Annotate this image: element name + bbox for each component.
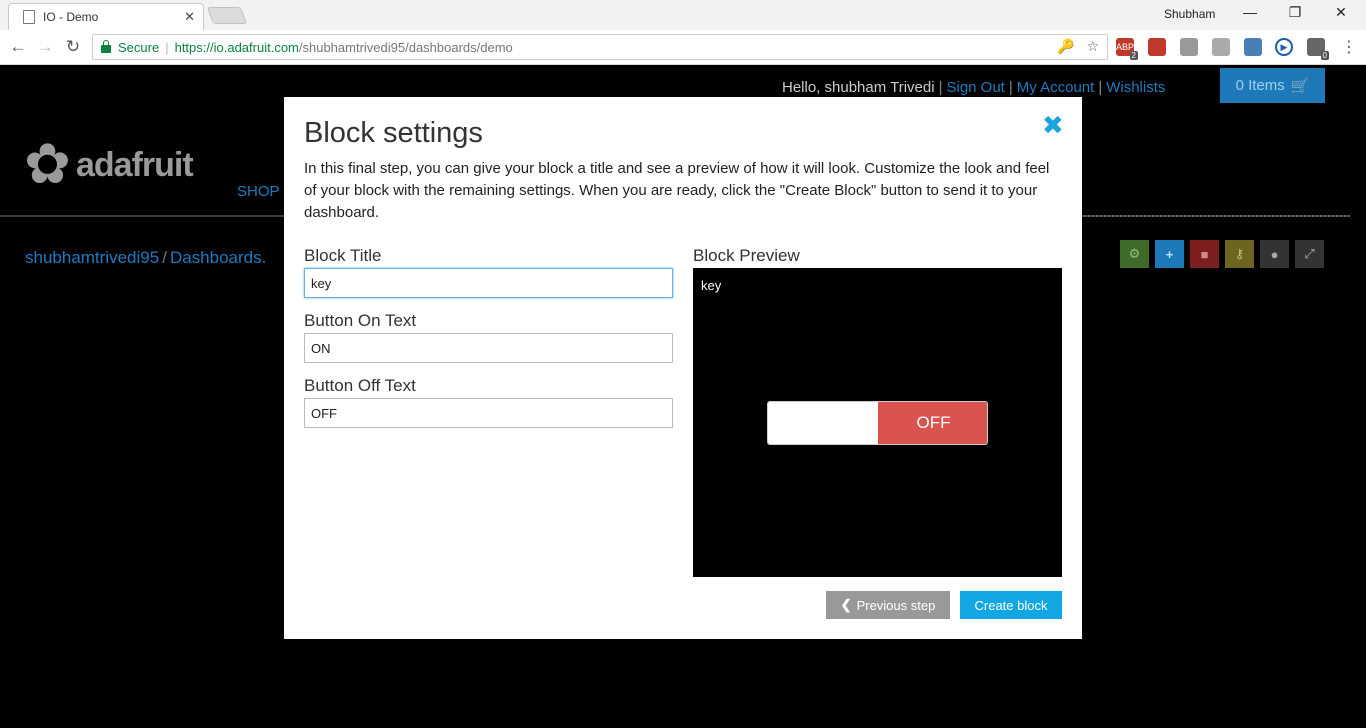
settings-gear-icon[interactable]: ⚙: [1120, 240, 1149, 268]
nav-divider: |: [1008, 79, 1013, 96]
adafruit-logo[interactable]: ✿ adafruit: [24, 132, 194, 195]
logo-text: adafruit: [76, 145, 194, 184]
minimize-icon[interactable]: —: [1240, 4, 1260, 20]
play-extension-icon[interactable]: ▶: [1275, 38, 1293, 56]
tab-close-icon[interactable]: ✕: [184, 9, 195, 25]
lock-icon[interactable]: ●: [1260, 240, 1289, 268]
modal-intro: In this final step, you can give your bl…: [304, 160, 1050, 221]
nav-divider: |: [1098, 79, 1103, 96]
previous-step-label: Previous step: [856, 597, 936, 613]
url-path: /shubhamtrivedi95/dashboards/demo: [298, 39, 513, 55]
preview-block-title: key: [701, 278, 722, 293]
menu-dots-icon[interactable]: ⋮: [1338, 37, 1360, 57]
breadcrumb-user[interactable]: shubhamtrivedi95: [25, 248, 159, 267]
address-separator: |: [165, 39, 169, 55]
shop-link[interactable]: SHOP: [237, 183, 280, 200]
header-dotted-divider: [1080, 215, 1350, 217]
chevron-left-icon: ❮: [840, 597, 852, 612]
back-icon[interactable]: ←: [7, 37, 29, 57]
adblock-extension-icon[interactable]: ABP 2: [1116, 38, 1138, 60]
cart-icon: 🛒: [1290, 77, 1310, 95]
add-block-icon[interactable]: +: [1155, 240, 1184, 268]
nav-divider: |: [938, 79, 943, 96]
sign-out-link[interactable]: Sign Out: [946, 79, 1004, 96]
wishlists-link[interactable]: Wishlists: [1106, 79, 1165, 96]
create-block-button[interactable]: Create block: [960, 591, 1062, 619]
cart-label: 0 Items: [1235, 77, 1285, 94]
misc-extension-badge: 0: [1320, 51, 1329, 60]
block-preview-label: Block Preview: [693, 246, 800, 265]
browser-tabstrip: IO - Demo ✕ Shubham — ❐ ✕: [0, 0, 1366, 30]
greeting-text: Hello, shubham Trivedi: [782, 79, 935, 96]
copy-extension-icon[interactable]: [1180, 38, 1198, 56]
fullscreen-expand-icon[interactable]: ⤢: [1295, 240, 1324, 268]
modal-title: Block settings: [304, 117, 483, 149]
bookmark-star-icon[interactable]: ☆: [1086, 38, 1099, 54]
profile-name[interactable]: Shubham: [1164, 7, 1215, 21]
address-bar[interactable]: Secure | https://io.adafruit.com/shubham…: [92, 34, 1108, 60]
block-title-label: Block Title: [304, 246, 382, 265]
reload-icon[interactable]: ↻: [62, 37, 84, 57]
browser-toolbar: ← → ↻ Secure | https://io.adafruit.com/s…: [0, 30, 1366, 65]
toggle-switch[interactable]: OFF: [767, 401, 988, 445]
block-preview: key OFF: [693, 268, 1062, 577]
close-icon[interactable]: ✖: [1042, 111, 1064, 139]
toggle-off-state: OFF: [878, 402, 987, 444]
restore-icon[interactable]: ❐: [1285, 4, 1305, 21]
previous-step-button[interactable]: ❮ Previous step: [826, 591, 950, 619]
window-close-icon[interactable]: ✕: [1331, 4, 1351, 21]
browser-tab[interactable]: IO - Demo ✕: [8, 3, 204, 30]
flower-logo-icon: ✿: [24, 132, 71, 195]
new-tab-button[interactable]: [206, 7, 248, 24]
tab-title: IO - Demo: [43, 10, 99, 24]
my-account-link[interactable]: My Account: [1017, 79, 1095, 96]
screenshot-extension-icon[interactable]: [1244, 38, 1262, 56]
button-off-text-label: Button Off Text: [304, 376, 416, 395]
cart-button[interactable]: 0 Items 🛒: [1220, 68, 1325, 103]
account-nav: Hello, shubham Trivedi | Sign Out | My Accou…: [782, 79, 1165, 96]
url-host: https://io.adafruit.com: [174, 39, 299, 55]
block-title-input[interactable]: [304, 268, 673, 298]
breadcrumb-dashboards[interactable]: Dashboards.: [170, 248, 266, 267]
block-settings-modal: Block settings ✖ In this final step, you…: [284, 97, 1082, 639]
misc-extension-icon[interactable]: 0: [1307, 38, 1329, 60]
forward-icon[interactable]: →: [34, 37, 56, 57]
secure-label: Secure: [118, 39, 160, 55]
key-icon[interactable]: 🔑: [1057, 38, 1074, 54]
button-on-text-input[interactable]: [304, 333, 673, 363]
lock-icon: [101, 40, 111, 53]
delete-trash-icon[interactable]: ■: [1190, 240, 1219, 268]
pdf-extension-icon[interactable]: [1212, 38, 1230, 56]
breadcrumb: shubhamtrivedi95/Dashboards.: [25, 248, 266, 268]
book-extension-icon[interactable]: [1148, 38, 1166, 56]
button-on-text-label: Button On Text: [304, 311, 417, 330]
breadcrumb-separator: /: [162, 248, 167, 267]
button-off-text-input[interactable]: [304, 398, 673, 428]
page-icon: [23, 10, 35, 24]
adblock-badge: 2: [1129, 51, 1138, 60]
key-icon[interactable]: ⚷: [1225, 240, 1254, 268]
omnibox-actions: 🔑 ☆: [1057, 38, 1099, 55]
